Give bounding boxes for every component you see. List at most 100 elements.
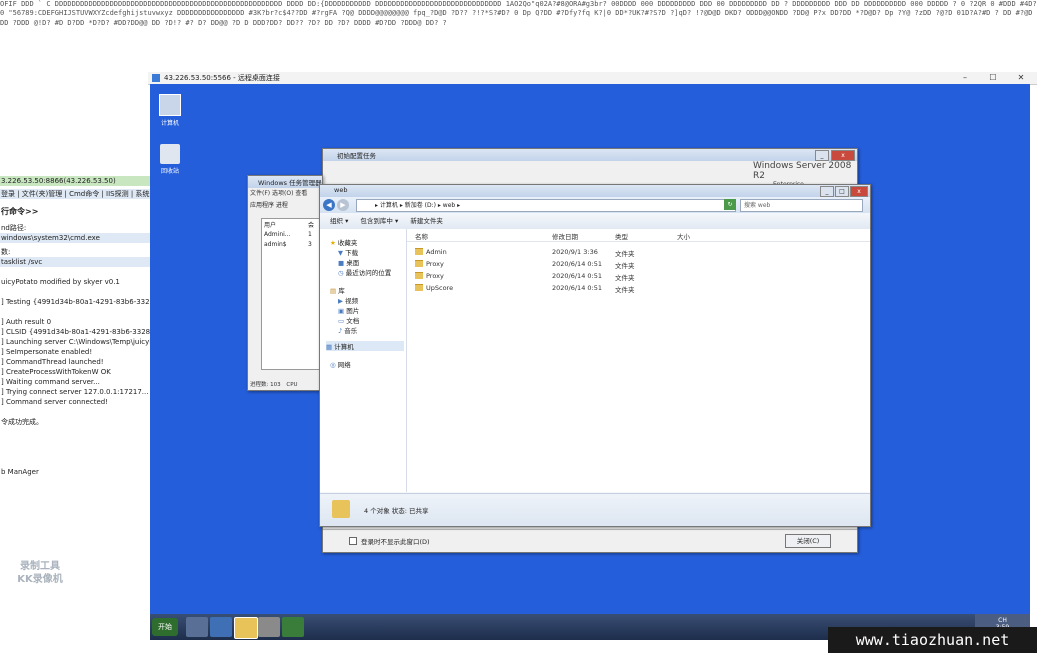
details-text: 4 个对象 状态: 已共享 [364, 507, 429, 515]
cmd-output: uicyPotato modified by skyer v0.1 ] Test… [0, 277, 150, 407]
rdp-close-button[interactable]: ✕ [1007, 72, 1035, 84]
initial-config-footer: 登录时不显示此窗口(D) 关闭(C) [323, 529, 857, 552]
output-line: ] Testing {4991d34b-80a1-4291-83b6-33283… [1, 298, 150, 306]
minimize-icon[interactable]: _ [815, 150, 829, 161]
file-name: Admin [415, 248, 447, 256]
taskbar-cmd-icon[interactable] [258, 617, 280, 637]
process-row[interactable]: Admini... 1 [264, 231, 312, 238]
process-session: 1 [308, 231, 312, 238]
windows-server-logo: Windows Server 2008 R2 Enterprise [753, 161, 853, 188]
file-date: 2020/9/1 3:36 [552, 248, 598, 256]
rdp-maximize-button[interactable]: ☐ [979, 72, 1007, 84]
file-name: Proxy [415, 260, 444, 268]
cmd-arg-label: 数: [1, 248, 11, 256]
kk-line2: KK录像机 [17, 574, 63, 585]
file-list-header: 名称 修改日期 类型 大小 [407, 229, 870, 242]
webshell-address: 3.226.53.50:8866(43.226.53.50) [0, 176, 150, 186]
col-session[interactable]: 会 [308, 220, 314, 229]
desktop-icon-computer[interactable]: 计算机 [152, 94, 188, 127]
cmd-path-input[interactable]: windows\system32\cmd.exe [0, 233, 150, 243]
download-icon: ▼ [338, 249, 343, 257]
rdp-minimize-button[interactable]: – [951, 72, 979, 84]
dont-show-checkbox[interactable]: 登录时不显示此窗口(D) [349, 536, 430, 546]
sidebar-item-computer[interactable]: ▦ 计算机 [326, 341, 404, 351]
taskbar-powershell-icon[interactable] [210, 617, 232, 637]
explorer-toolbar: 组织 ▾ 包含到库中 ▾ 新建文件夹 [320, 213, 870, 230]
tray-language[interactable]: CH [975, 617, 1030, 624]
file-date: 2020/6/14 0:51 [552, 272, 602, 280]
taskbar-taskmgr-icon[interactable] [282, 617, 304, 637]
start-button[interactable]: 开始 [152, 618, 178, 636]
col-type[interactable]: 类型 [615, 231, 628, 241]
recycle-bin-icon [160, 144, 180, 164]
desktop-icon: ■ [338, 259, 345, 267]
file-row[interactable]: Proxy 2020/6/14 0:51 文件夹 [407, 258, 870, 270]
forward-arrow-icon[interactable]: ▶ [337, 199, 349, 211]
output-line: ] CLSID {4991d34b-80a1-4291-83b6-3328366… [1, 328, 150, 336]
close-icon[interactable]: x [850, 186, 868, 197]
file-name: UpScore [415, 284, 453, 292]
process-row[interactable]: admin$ 3 [264, 241, 312, 248]
desktop-icon-recycle-bin[interactable]: 回收站 [152, 144, 188, 175]
col-name[interactable]: 名称 [415, 231, 428, 241]
task-manager-process-list: 用户 会 Admini... 1 admin$ 3 [261, 218, 321, 370]
refresh-icon[interactable]: ↻ [724, 199, 736, 210]
explorer-navbar: ◀ ▶ ▸ 计算机 ▸ 新加卷 (D:) ▸ web ▸ ↻ 搜索 web [320, 197, 870, 213]
cpu-label: CPU [286, 382, 298, 388]
file-row[interactable]: Admin 2020/9/1 3:36 文件夹 [407, 246, 870, 258]
rdp-title-text: 43.226.53.50:5566 - 远程桌面连接 [164, 74, 280, 82]
task-manager-tabs[interactable]: 应用程序 进程 [250, 200, 288, 209]
sidebar-item-documents[interactable]: ▭ 文档 [338, 315, 359, 325]
maximize-icon[interactable]: □ [835, 186, 849, 197]
col-modified[interactable]: 修改日期 [552, 231, 578, 241]
sidebar-item-desktop[interactable]: ■ 桌面 [338, 257, 359, 267]
initial-config-close-button[interactable]: 关闭(C) [785, 534, 831, 548]
recent-icon: ◷ [338, 269, 344, 277]
taskbar-explorer-icon[interactable] [234, 617, 258, 639]
kk-recorder-watermark: 录制工具 KK录像机 [5, 560, 75, 586]
picture-icon: ▣ [338, 307, 345, 315]
new-folder-button[interactable]: 新建文件夹 [410, 217, 443, 225]
col-user[interactable]: 用户 [264, 220, 276, 229]
file-row[interactable]: UpScore 2020/6/14 0:51 文件夹 [407, 282, 870, 294]
process-user: Admini... [264, 231, 291, 238]
initial-config-titlebar[interactable]: 初始配置任务 _ x [323, 149, 857, 161]
sidebar-item-network[interactable]: ◎ 网络 [330, 359, 351, 369]
sidebar-item-favorites[interactable]: ★ 收藏夹 [330, 237, 357, 247]
file-row[interactable]: Proxy 2020/6/14 0:51 文件夹 [407, 270, 870, 282]
col-size[interactable]: 大小 [677, 231, 690, 241]
task-manager-menu[interactable]: 文件(F) 选项(O) 查看 [250, 188, 307, 197]
organize-button[interactable]: 组织 ▾ [330, 217, 348, 225]
close-icon[interactable]: x [831, 150, 855, 161]
file-name: Proxy [415, 272, 444, 280]
address-bar[interactable]: ▸ 计算机 ▸ 新加卷 (D:) ▸ web ▸ [356, 199, 736, 212]
search-input[interactable]: 搜索 web [740, 199, 863, 212]
webshell-menu[interactable]: 登录 | 文件(夹)管理 | Cmd命令 | IIS探测 | 系统进程 [0, 189, 150, 199]
minimize-icon[interactable]: _ [820, 186, 834, 197]
library-icon: ▤ [330, 287, 337, 295]
checkbox-icon[interactable] [349, 537, 357, 545]
sidebar-item-music[interactable]: ♪ 音乐 [338, 325, 357, 335]
star-icon: ★ [330, 239, 336, 247]
cmd-arg-input[interactable]: tasklist /svc [0, 257, 150, 267]
taskbar-server-manager-icon[interactable] [186, 617, 208, 637]
back-arrow-icon[interactable]: ◀ [323, 199, 335, 211]
sidebar-item-recent[interactable]: ◷ 最近访问的位置 [338, 267, 391, 277]
manager-link[interactable]: b ManAger [0, 467, 150, 477]
kk-line1: 录制工具 [20, 561, 60, 572]
network-icon: ◎ [330, 361, 336, 369]
folder-icon [415, 260, 423, 267]
task-manager-titlebar[interactable]: Windows 任务管理器 [248, 176, 322, 188]
document-icon: ▭ [338, 317, 345, 325]
sidebar-item-library[interactable]: ▤ 库 [330, 285, 345, 295]
file-type: 文件夹 [615, 262, 635, 270]
folder-icon [332, 500, 350, 518]
sidebar-item-pictures[interactable]: ▣ 图片 [338, 305, 359, 315]
sidebar-item-downloads[interactable]: ▼ 下载 [338, 247, 358, 257]
rdp-app-icon [152, 74, 160, 82]
folder-icon [415, 284, 423, 291]
include-in-library-button[interactable]: 包含到库中 ▾ [360, 217, 398, 225]
sidebar-item-video[interactable]: ▶ 视频 [338, 295, 358, 305]
explorer-titlebar[interactable]: web _ □ x [320, 185, 870, 197]
